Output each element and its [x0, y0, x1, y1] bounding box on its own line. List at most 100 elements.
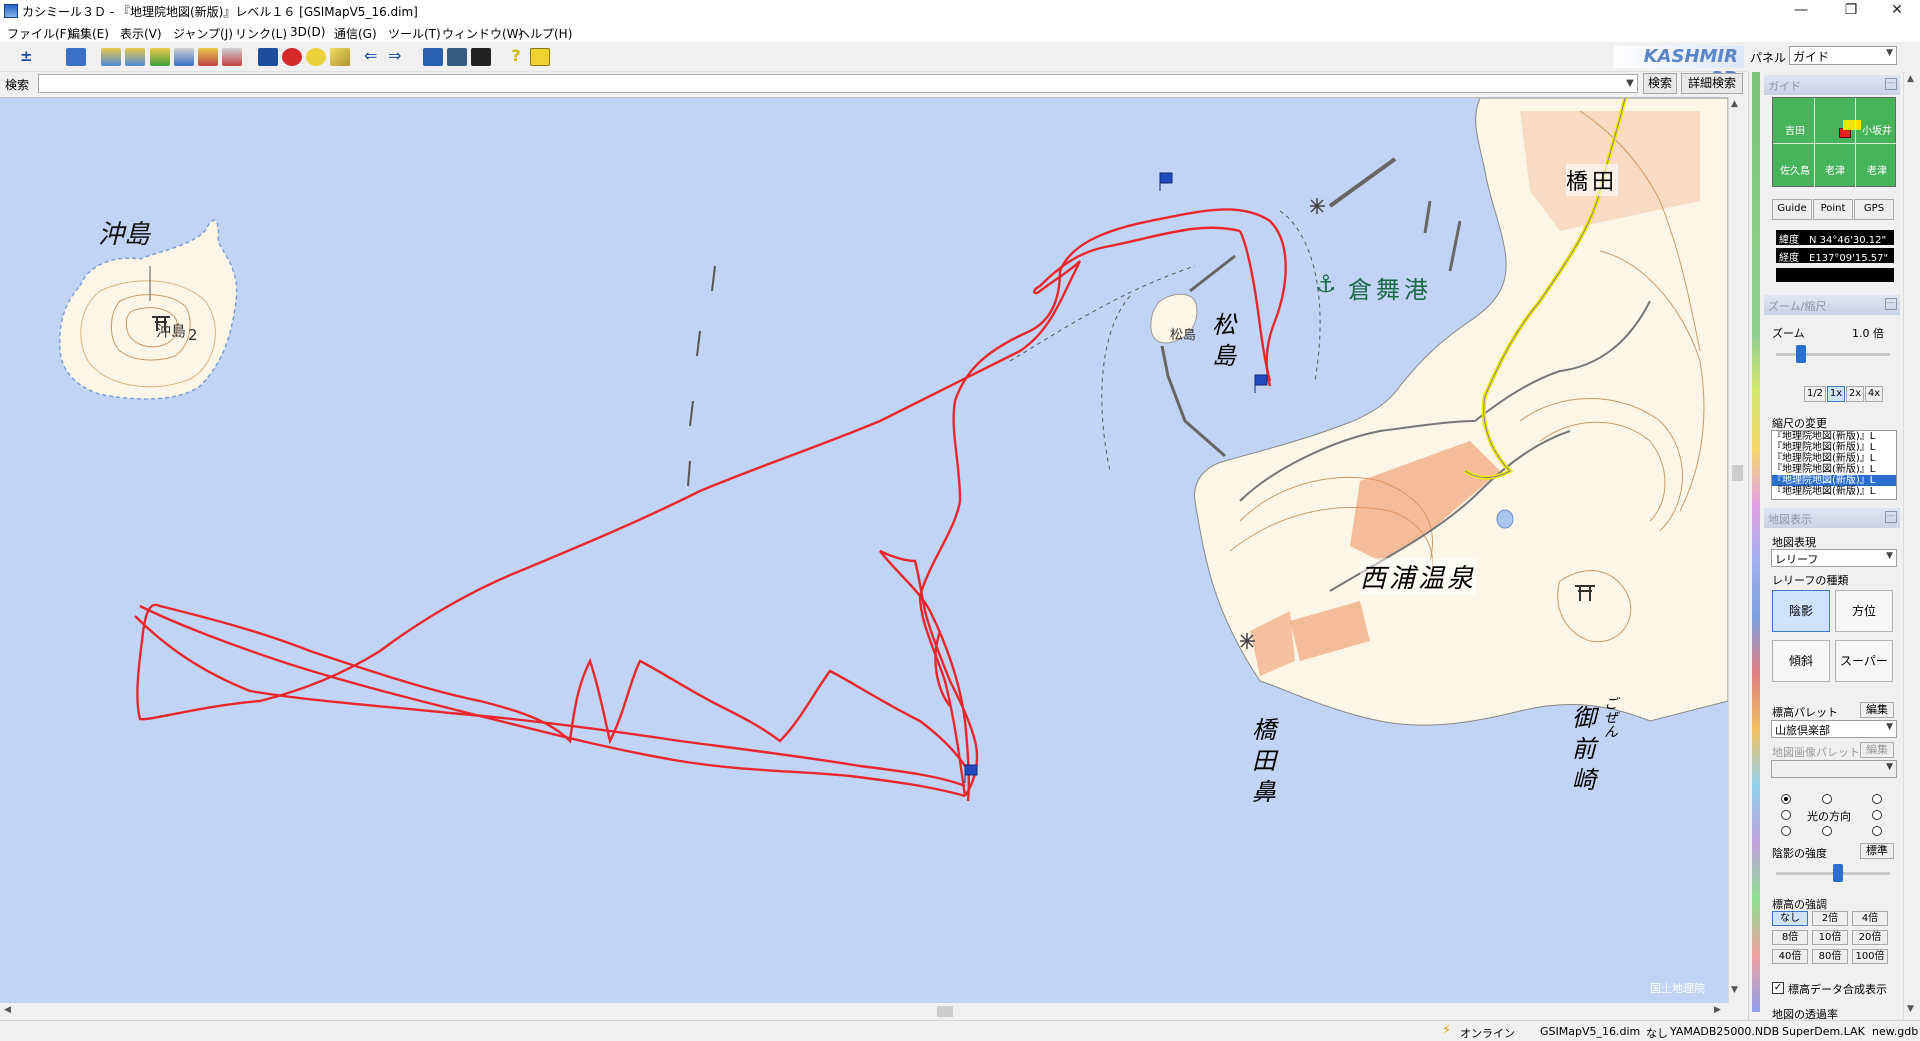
menu-help[interactable]: ヘルプ(H) — [518, 25, 572, 42]
emph-80x-button[interactable]: 80倍 — [1812, 949, 1848, 964]
maximize-button[interactable]: ❐ — [1828, 0, 1874, 22]
light-dir-radio[interactable] — [1781, 826, 1791, 836]
zoom-4x-button[interactable]: 4x — [1865, 386, 1883, 402]
emph-10x-button[interactable]: 10倍 — [1812, 930, 1848, 945]
search-input[interactable] — [38, 74, 1638, 93]
zoom-slider-track[interactable] — [1776, 353, 1890, 356]
emph-2x-button[interactable]: 2倍 — [1812, 911, 1848, 926]
relief-super-button[interactable]: スーパー — [1835, 640, 1893, 682]
emph-40x-button[interactable]: 40倍 — [1772, 949, 1808, 964]
ruler-icon[interactable] — [330, 48, 350, 66]
scroll-thumb[interactable] — [1732, 465, 1743, 481]
map-open-icon[interactable] — [101, 48, 121, 66]
map-export-icon[interactable] — [174, 48, 194, 66]
map-edit-icon[interactable] — [198, 48, 218, 66]
scale-list-item[interactable]: 『地理院地図(新版)』L — [1772, 464, 1896, 475]
image-palette-select[interactable]: ▼ — [1771, 760, 1897, 778]
scale-list-item[interactable]: 『地理院地図(新版)』L — [1772, 486, 1896, 497]
binoculars-icon[interactable] — [258, 48, 278, 66]
scroll-right-icon[interactable]: ▶ — [1714, 1005, 1721, 1015]
light-dir-radio[interactable] — [1822, 826, 1832, 836]
collapse-icon[interactable]: — — [1885, 298, 1897, 310]
back-icon[interactable]: ⇐ — [364, 48, 384, 66]
scale-list-item[interactable]: 『地理院地図(新版)』L — [1772, 442, 1896, 453]
map-expr-select[interactable]: レリーフ ▼ — [1771, 549, 1897, 567]
image-palette-edit-button[interactable]: 編集 — [1860, 742, 1894, 758]
tab-guide[interactable]: Guide — [1772, 199, 1812, 220]
scale-list-item[interactable]: 『地理院地図(新版)』L — [1772, 453, 1896, 464]
scroll-down-icon[interactable]: ▼ — [1907, 1004, 1914, 1014]
guide-section-header[interactable]: ガイド — — [1764, 75, 1900, 95]
zoom-slider-thumb[interactable] — [1796, 345, 1806, 363]
zoom-search-icon[interactable]: ± — [20, 48, 40, 66]
elev-palette-edit-button[interactable]: 編集 — [1860, 702, 1894, 718]
menu-edit[interactable]: 編集(E) — [68, 25, 109, 42]
search-button[interactable]: 検索 — [1643, 73, 1677, 94]
map-view[interactable]: 沖島 沖島 2 松島 松 島 橋田 ⚓ 倉舞港 西浦温泉 橋 田 鼻 御 前 崎… — [0, 97, 1728, 1003]
forward-icon[interactable]: ⇒ — [388, 48, 408, 66]
detail-search-button[interactable]: 詳細検索 — [1681, 73, 1743, 94]
shade-standard-button[interactable]: 標準 — [1860, 843, 1894, 859]
zoom-section-header[interactable]: ズーム/縮尺 — — [1764, 295, 1900, 315]
scale-list-item[interactable]: 『地理院地図(新版)』L — [1772, 431, 1896, 442]
relief-slope-button[interactable]: 傾斜 — [1772, 640, 1830, 682]
zoom-2x-button[interactable]: 2x — [1846, 386, 1864, 402]
guide-map[interactable]: 吉田 小坂井 佐久島 老津 老津 — [1772, 97, 1897, 188]
tab-point[interactable]: Point — [1813, 199, 1853, 220]
device-icon[interactable] — [471, 48, 491, 66]
gps-icon[interactable] — [423, 48, 443, 66]
close-button[interactable]: ✕ — [1874, 0, 1920, 22]
mapview-section-header[interactable]: 地図表示 — — [1764, 508, 1900, 528]
emph-100x-button[interactable]: 100倍 — [1852, 949, 1888, 964]
map-horizontal-scrollbar[interactable]: ◀ ▶ — [0, 1003, 1728, 1020]
composite-checkbox[interactable]: ✓ — [1772, 982, 1784, 994]
emph-8x-button[interactable]: 8倍 — [1772, 930, 1808, 945]
menu-3d[interactable]: 3D(D) — [290, 25, 325, 39]
map-clear-icon[interactable] — [222, 48, 242, 66]
film-icon[interactable] — [447, 48, 467, 66]
pin-icon[interactable] — [282, 48, 302, 66]
menu-window[interactable]: ウィンドウ(W) — [442, 25, 523, 42]
map-save-icon[interactable] — [125, 48, 145, 66]
light-dir-radio[interactable] — [1872, 826, 1882, 836]
menu-jump[interactable]: ジャンプ(J) — [173, 25, 233, 42]
tab-gps[interactable]: GPS — [1854, 199, 1894, 220]
zoom-half-button[interactable]: 1/2 — [1804, 386, 1826, 402]
light-dir-radio[interactable] — [1872, 810, 1882, 820]
scale-list-item-selected[interactable]: 『地理院地図(新版)』L — [1772, 475, 1896, 486]
emph-4x-button[interactable]: 4倍 — [1852, 911, 1888, 926]
scroll-up-icon[interactable]: ▲ — [1731, 99, 1738, 109]
light-dir-radio[interactable] — [1822, 794, 1832, 804]
emph-20x-button[interactable]: 20倍 — [1852, 930, 1888, 945]
help-icon[interactable]: ? — [506, 48, 526, 66]
light-dir-radio[interactable] — [1781, 810, 1791, 820]
layers-icon[interactable] — [66, 48, 86, 66]
tag-icon[interactable] — [306, 48, 326, 66]
collapse-icon[interactable]: — — [1885, 78, 1897, 90]
map-vertical-scrollbar[interactable]: ▲ ▼ — [1728, 97, 1745, 1003]
panel-scrollbar[interactable]: ▲ ▼ — [1903, 72, 1920, 1020]
light-dir-radio[interactable] — [1872, 794, 1882, 804]
menu-comm[interactable]: 通信(G) — [334, 25, 377, 42]
menu-file[interactable]: ファイル(F) — [7, 25, 71, 42]
scroll-down-icon[interactable]: ▼ — [1731, 985, 1738, 995]
scroll-up-icon[interactable]: ▲ — [1907, 74, 1914, 84]
hscroll-thumb[interactable] — [937, 1006, 953, 1017]
emph-none-button[interactable]: なし — [1772, 911, 1808, 926]
whatsthis-icon[interactable] — [530, 48, 550, 66]
chevron-down-icon[interactable]: ▼ — [1623, 75, 1637, 92]
panel-select[interactable]: ガイド ▼ — [1789, 46, 1897, 65]
zoom-1x-button[interactable]: 1x — [1827, 386, 1845, 402]
menu-tools[interactable]: ツール(T) — [388, 25, 441, 42]
shade-slider-thumb[interactable] — [1833, 864, 1843, 882]
menu-link[interactable]: リンク(L) — [235, 25, 287, 42]
map-print-icon[interactable] — [150, 48, 170, 66]
minimize-button[interactable]: — — [1778, 0, 1824, 22]
scale-list[interactable]: 『地理院地図(新版)』L 『地理院地図(新版)』L 『地理院地図(新版)』L 『… — [1771, 430, 1897, 500]
scroll-left-icon[interactable]: ◀ — [4, 1005, 11, 1015]
elev-palette-select[interactable]: 山旅倶楽部 ▼ — [1771, 720, 1897, 738]
menu-view[interactable]: 表示(V) — [120, 25, 162, 42]
collapse-icon[interactable]: — — [1885, 511, 1897, 523]
light-dir-radio[interactable] — [1781, 794, 1791, 804]
relief-direction-button[interactable]: 方位 — [1835, 590, 1893, 632]
